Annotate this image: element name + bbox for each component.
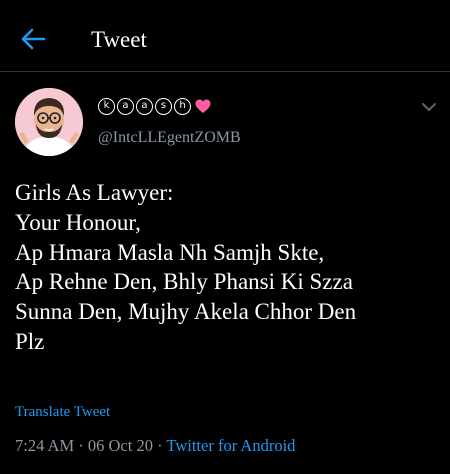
top-bar: Tweet <box>0 0 450 72</box>
tweet-metadata: 7:24 AM · 06 Oct 20 · Twitter for Androi… <box>15 436 295 456</box>
name-letter: a <box>136 97 153 115</box>
tweet-text-line: Plz <box>15 328 45 354</box>
page-title: Tweet <box>91 27 147 52</box>
name-letter: a <box>117 97 134 115</box>
tweet-text-line: Sunna Den, Mujhy Akela Chhor Den <box>15 299 357 325</box>
avatar-cartoon-icon <box>15 88 83 156</box>
name-letter: h <box>174 97 191 115</box>
tweet-text-line: Girls As Lawyer: <box>15 180 174 205</box>
avatar[interactable] <box>15 88 83 156</box>
name-letter: s <box>155 97 172 115</box>
tweet-time: 7:24 AM <box>15 436 75 455</box>
chevron-down-icon[interactable] <box>420 98 438 116</box>
back-arrow-icon[interactable] <box>18 24 48 54</box>
tweet-source-link[interactable]: Twitter for Android <box>166 436 295 455</box>
tweet-date: 06 Oct 20 <box>87 436 153 455</box>
tweet-text-line: Ap Hmara Masla Nh Samjh Skte, <box>15 239 325 265</box>
display-name[interactable]: k a a s h <box>98 96 211 116</box>
translate-tweet-link[interactable]: Translate Tweet <box>15 403 110 421</box>
tweet-text-line: Your Honour, <box>15 209 141 235</box>
separator: · <box>157 436 163 455</box>
name-letter: k <box>98 97 115 115</box>
tweet-text-line: Ap Rehne Den, Bhly Phansi Ki Szza <box>15 269 353 295</box>
pink-heart-icon <box>195 99 211 113</box>
user-handle[interactable]: @IntcLLEgentZOMB <box>98 128 241 148</box>
separator: · <box>78 436 84 455</box>
tweet-text: Girls As Lawyer: Your Honour, Ap Hmara M… <box>15 178 445 357</box>
